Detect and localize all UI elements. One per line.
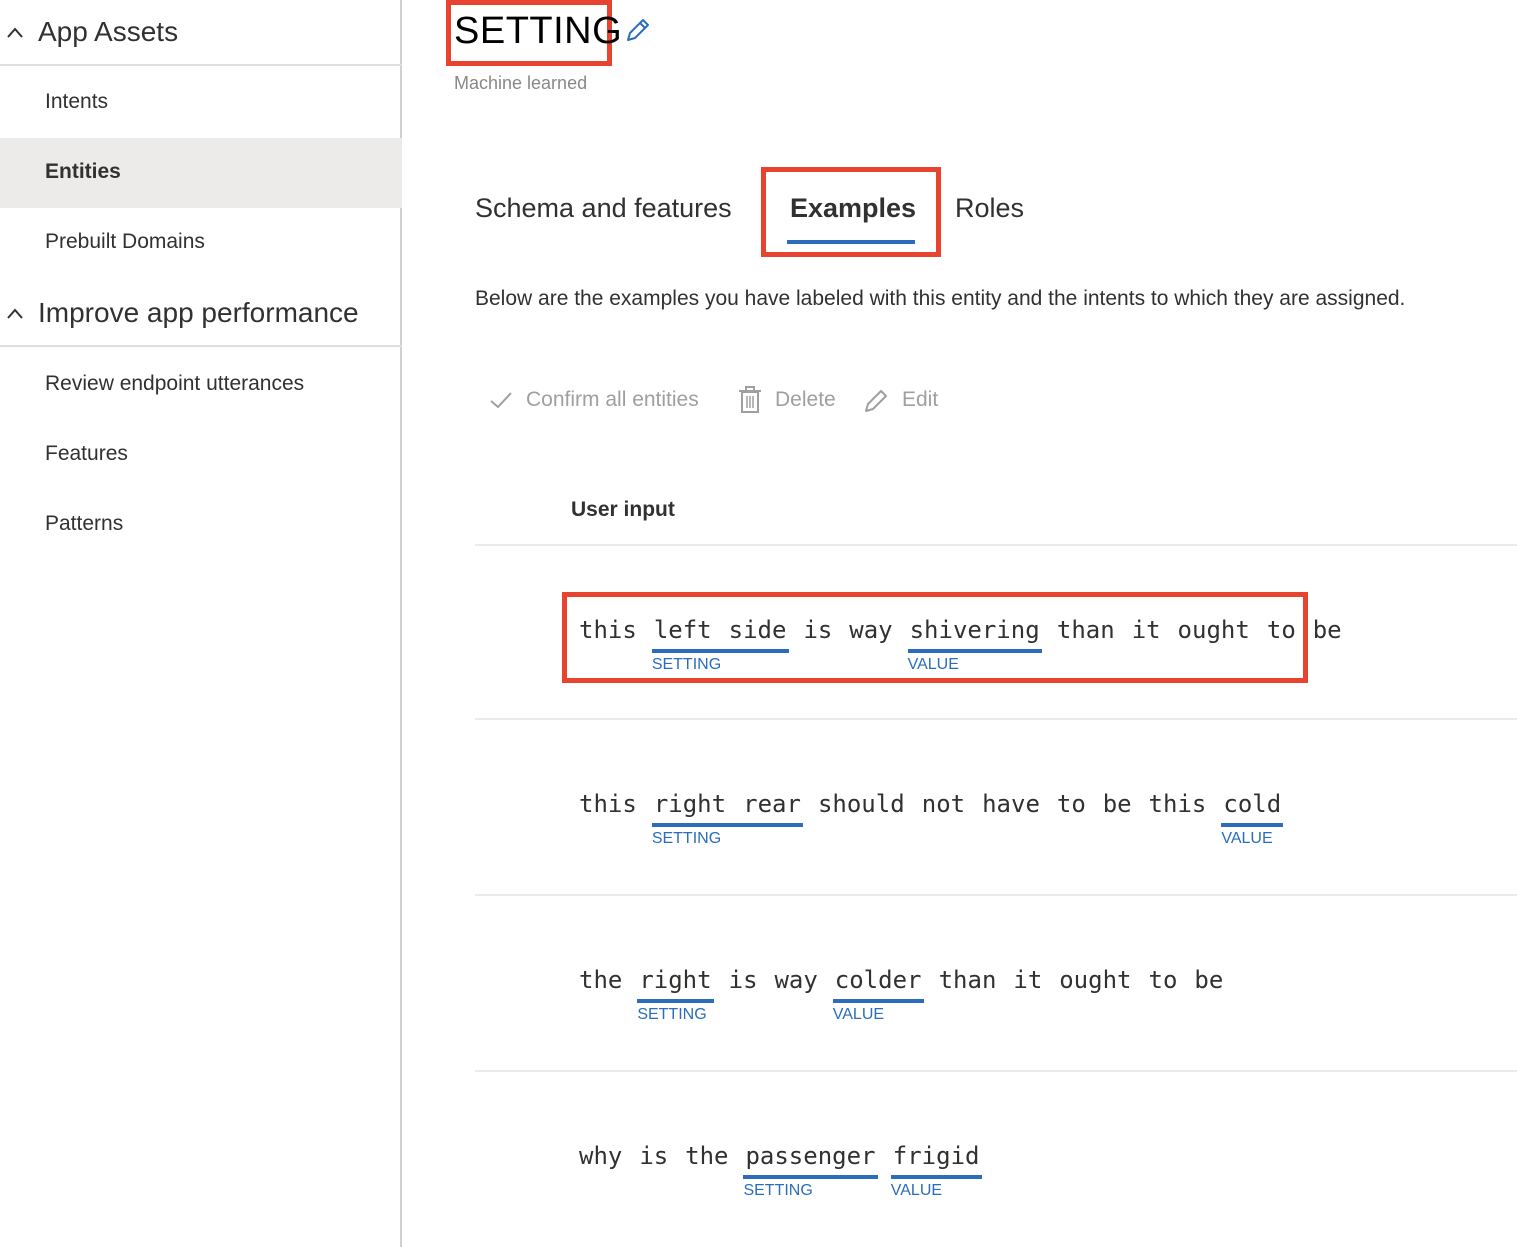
sidebar-item-review-endpoint-utterances[interactable]: Review endpoint utterances (0, 350, 402, 420)
sidebar-item-label: Patterns (45, 512, 124, 535)
utterance-word[interactable]: than (1057, 616, 1115, 644)
sidebar-item-label: Prebuilt Domains (45, 230, 205, 253)
utterance-word[interactable]: ought (1059, 966, 1131, 994)
utterance-word[interactable]: passenger (745, 1142, 875, 1170)
utterance-word[interactable]: frigid (893, 1142, 980, 1170)
utterance-word[interactable]: way (774, 966, 817, 994)
entity-label[interactable]: VALUE (1221, 830, 1272, 848)
utterance-word[interactable]: is (729, 966, 758, 994)
entity-label[interactable]: VALUE (908, 656, 959, 674)
utterance-word[interactable]: shivering (910, 616, 1040, 644)
sidebar-item-entities[interactable]: Entities (0, 138, 402, 208)
sidebar-item-prebuilt-domains[interactable]: Prebuilt Domains (0, 208, 402, 278)
entity-underline[interactable] (637, 999, 714, 1003)
trash-icon (739, 386, 761, 413)
utterance-word[interactable]: this (1149, 790, 1207, 818)
edit-button[interactable]: Edit (863, 384, 953, 418)
table-row[interactable]: this left side is way shivering than it ought to b… (475, 546, 1517, 720)
delete-button[interactable]: Delete (737, 384, 847, 418)
utterance-word[interactable]: colder (835, 966, 922, 994)
pencil-icon[interactable] (624, 16, 652, 44)
utterance-word[interactable]: to (1267, 616, 1296, 644)
utterance-word[interactable]: why (579, 1142, 622, 1170)
entity-underline[interactable] (832, 999, 924, 1003)
utterance-word[interactable]: cold (1223, 790, 1281, 818)
confirm-all-entities-button[interactable]: Confirm all entities (488, 384, 718, 418)
entity-label[interactable]: SETTING (637, 1006, 706, 1024)
main-content: SETTING Machine learned Schema and featu… (404, 0, 1517, 1247)
entity-label[interactable]: SETTING (652, 656, 721, 674)
entity-label[interactable]: VALUE (833, 1006, 884, 1024)
utterance-word[interactable]: is (803, 616, 832, 644)
utterance-word[interactable]: to (1149, 966, 1178, 994)
entity-type: Machine learned (454, 73, 588, 93)
utterance-word[interactable]: ought (1178, 616, 1250, 644)
table-row[interactable]: why is the passenger frigid SETTING VALUE (475, 1072, 1517, 1246)
table-row[interactable]: the right is way colder than it ought to be SETTIN… (475, 896, 1517, 1070)
tab-highlight-box (761, 167, 941, 257)
utterance-word[interactable]: right (654, 790, 726, 818)
utterance-word[interactable]: than (939, 966, 997, 994)
entity-underline[interactable] (1221, 823, 1284, 827)
utterance-word[interactable]: side (729, 616, 787, 644)
sidebar-item-label: Entities (45, 160, 121, 183)
utterance-word[interactable]: be (1313, 616, 1342, 644)
utterance-word[interactable]: not (922, 790, 965, 818)
entity-underline[interactable] (890, 1175, 982, 1179)
entity-label[interactable]: SETTING (743, 1182, 812, 1200)
utterance-word[interactable]: to (1057, 790, 1086, 818)
utterance-word[interactable]: have (982, 790, 1040, 818)
entity-underline[interactable] (651, 823, 804, 827)
tab-schema-and-features[interactable]: Schema and features (475, 193, 732, 224)
checkmark-icon (490, 392, 512, 409)
entity-name: SETTING (454, 10, 623, 52)
confirm-all-entities-label: Confirm all entities (526, 388, 699, 411)
entity-underline[interactable] (651, 649, 789, 653)
table-row[interactable]: this right rear should not have to be this cold SE… (475, 720, 1517, 894)
utterance-word[interactable]: be (1194, 966, 1223, 994)
group-header-improve-app-performance[interactable]: Improve app performance (0, 281, 402, 347)
pencil-icon (865, 390, 887, 412)
utterance-word[interactable]: right (639, 966, 711, 994)
chevron-up-icon (7, 308, 23, 319)
group-title: Improve app performance (38, 297, 359, 328)
sidebar-item-label: Review endpoint utterances (45, 372, 305, 395)
utterance-word[interactable]: the (685, 1142, 728, 1170)
utterance-word[interactable]: this (579, 790, 637, 818)
utterance-word[interactable]: this (579, 616, 637, 644)
group-header-app-assets[interactable]: App Assets (0, 0, 402, 66)
entity-underline[interactable] (743, 1175, 878, 1179)
sidebar-item-label: Features (45, 442, 128, 465)
sidebar-item-label: Intents (45, 90, 109, 113)
column-header-user-input: User input (571, 498, 675, 521)
sidebar-item-intents[interactable]: Intents (0, 68, 402, 138)
entity-label[interactable]: VALUE (891, 1182, 942, 1200)
utterance-word[interactable]: it (1013, 966, 1042, 994)
chevron-up-icon (7, 27, 23, 38)
group-title: App Assets (38, 16, 179, 47)
utterance-word[interactable]: it (1132, 616, 1161, 644)
sidebar-item-patterns[interactable]: Patterns (0, 490, 402, 560)
examples-description: Below are the examples you have labeled … (475, 287, 1406, 310)
entity-underline[interactable] (907, 649, 1043, 653)
utterance-word[interactable]: rear (743, 790, 801, 818)
utterance-word[interactable]: is (639, 1142, 668, 1170)
edit-label: Edit (902, 388, 939, 411)
utterance-word[interactable]: the (579, 966, 622, 994)
utterance-word[interactable]: should (818, 790, 905, 818)
utterance-word[interactable]: left (654, 616, 712, 644)
sidebar: App Assets Intents Entities Prebuilt Dom… (0, 0, 402, 1247)
utterance-word[interactable]: be (1103, 790, 1132, 818)
tab-roles[interactable]: Roles (955, 193, 1024, 224)
utterance-word[interactable]: way (849, 616, 892, 644)
sidebar-item-features[interactable]: Features (0, 420, 402, 490)
delete-label: Delete (775, 388, 836, 411)
entity-label[interactable]: SETTING (652, 830, 721, 848)
